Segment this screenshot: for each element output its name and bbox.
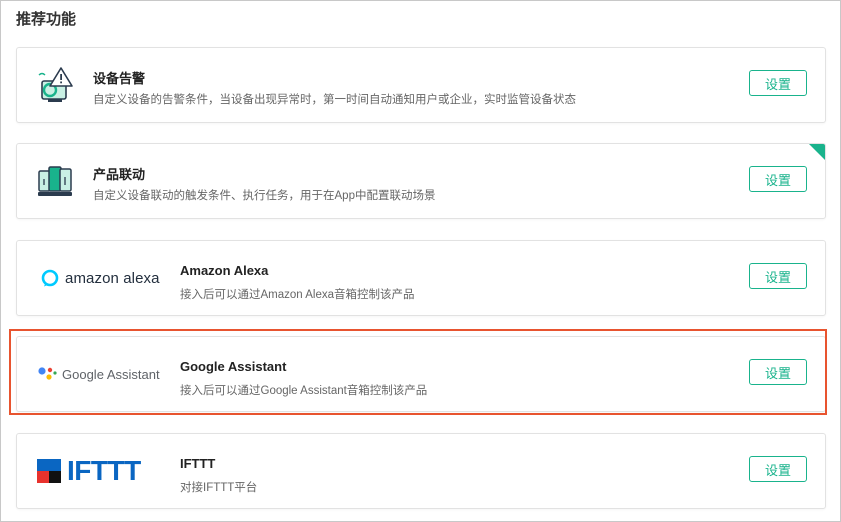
feature-title: 产品联动 xyxy=(93,167,146,182)
ifttt-logo-text: IFTTT xyxy=(67,455,141,486)
alexa-ring-icon xyxy=(41,269,59,287)
ifttt-logo: IFTTT xyxy=(37,434,177,508)
alarm-settings-button[interactable]: 设置 xyxy=(749,70,807,96)
feature-card-alarm: 设备告警 自定义设备的告警条件，当设备出现异常时，第一时间自动通知用户或企业，实… xyxy=(16,47,826,123)
linkage-settings-button[interactable]: 设置 xyxy=(749,166,807,192)
feature-title: IFTTT xyxy=(180,456,216,471)
corner-tag xyxy=(809,144,825,160)
highlight-box xyxy=(9,329,827,415)
alert-device-icon xyxy=(17,48,95,122)
feature-card-ifttt: IFTTT IFTTT 对接IFTTT平台 设置 xyxy=(16,433,826,509)
linkage-device-icon xyxy=(17,144,95,218)
section-title: 推荐功能 xyxy=(16,11,77,28)
feature-desc: 接入后可以通过Amazon Alexa音箱控制该产品 xyxy=(180,289,415,301)
alexa-settings-button[interactable]: 设置 xyxy=(749,263,807,289)
ifttt-flag-icon xyxy=(37,459,61,483)
feature-desc: 自定义设备联动的触发条件、执行任务，用于在App中配置联动场景 xyxy=(93,190,436,202)
feature-title: 设备告警 xyxy=(93,71,146,86)
feature-title: Amazon Alexa xyxy=(180,263,269,278)
feature-card-alexa: amazon alexa Amazon Alexa 接入后可以通过Amazon … xyxy=(16,240,826,316)
feature-desc: 自定义设备的告警条件，当设备出现异常时，第一时间自动通知用户或企业，实时监管设备… xyxy=(93,94,576,106)
alexa-logo-text: amazon alexa xyxy=(65,269,160,287)
alexa-logo: amazon alexa xyxy=(41,241,181,315)
feature-desc: 对接IFTTT平台 xyxy=(180,482,258,494)
ifttt-settings-button[interactable]: 设置 xyxy=(749,456,807,482)
feature-card-linkage: 产品联动 自定义设备联动的触发条件、执行任务，用于在App中配置联动场景 设置 xyxy=(16,143,826,219)
